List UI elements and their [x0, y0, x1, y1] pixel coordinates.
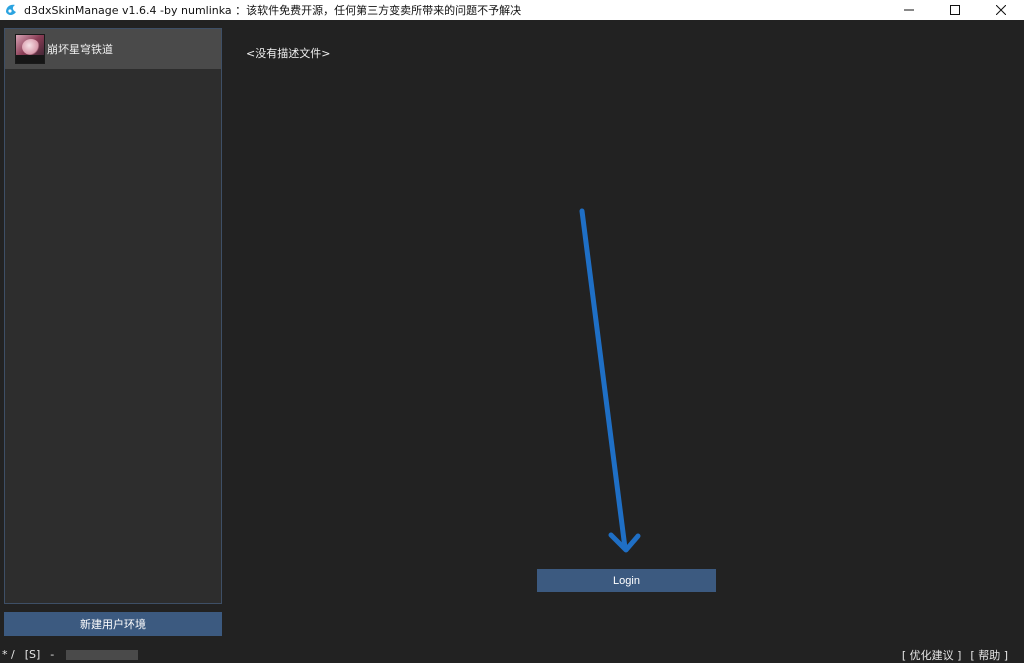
app-window: d3dxSkinManage v1.6.4 -by numlinka ：该软件免…: [0, 0, 1024, 663]
status-progress-bar: [66, 649, 139, 660]
window-controls: [886, 0, 1024, 20]
status-bar: * / [S] - [ 优化建议 ] [ 帮助 ]: [0, 646, 1024, 663]
login-button[interactable]: Login: [537, 569, 716, 592]
title-bar: d3dxSkinManage v1.6.4 -by numlinka ：该软件免…: [0, 0, 1024, 20]
status-left: * / [S] -: [2, 648, 139, 661]
minimize-button[interactable]: [886, 0, 932, 20]
maximize-icon: [950, 5, 960, 15]
maximize-button[interactable]: [932, 0, 978, 20]
minimize-icon: [904, 9, 914, 11]
user-env-list[interactable]: 崩坏星穹铁道: [4, 28, 222, 604]
close-icon: [996, 5, 1006, 15]
description-text: <没有描述文件>: [246, 47, 331, 60]
status-path: * /: [2, 648, 15, 661]
app-icon: [6, 4, 16, 15]
close-button[interactable]: [978, 0, 1024, 20]
env-item-star-rail[interactable]: 崩坏星穹铁道: [5, 29, 221, 69]
new-user-env-button[interactable]: 新建用户环境: [4, 612, 222, 636]
status-right: [ 优化建议 ] [ 帮助 ]: [893, 646, 1008, 663]
window-title: d3dxSkinManage v1.6.4 -by numlinka ：该软件免…: [24, 4, 522, 17]
status-separator: -: [50, 648, 55, 661]
env-item-label: 崩坏星穹铁道: [47, 43, 113, 56]
help-link[interactable]: [ 帮助 ]: [970, 647, 1008, 663]
game-avatar: [15, 34, 45, 64]
status-mode: [S]: [24, 648, 41, 661]
feedback-link[interactable]: [ 优化建议 ]: [902, 647, 962, 663]
